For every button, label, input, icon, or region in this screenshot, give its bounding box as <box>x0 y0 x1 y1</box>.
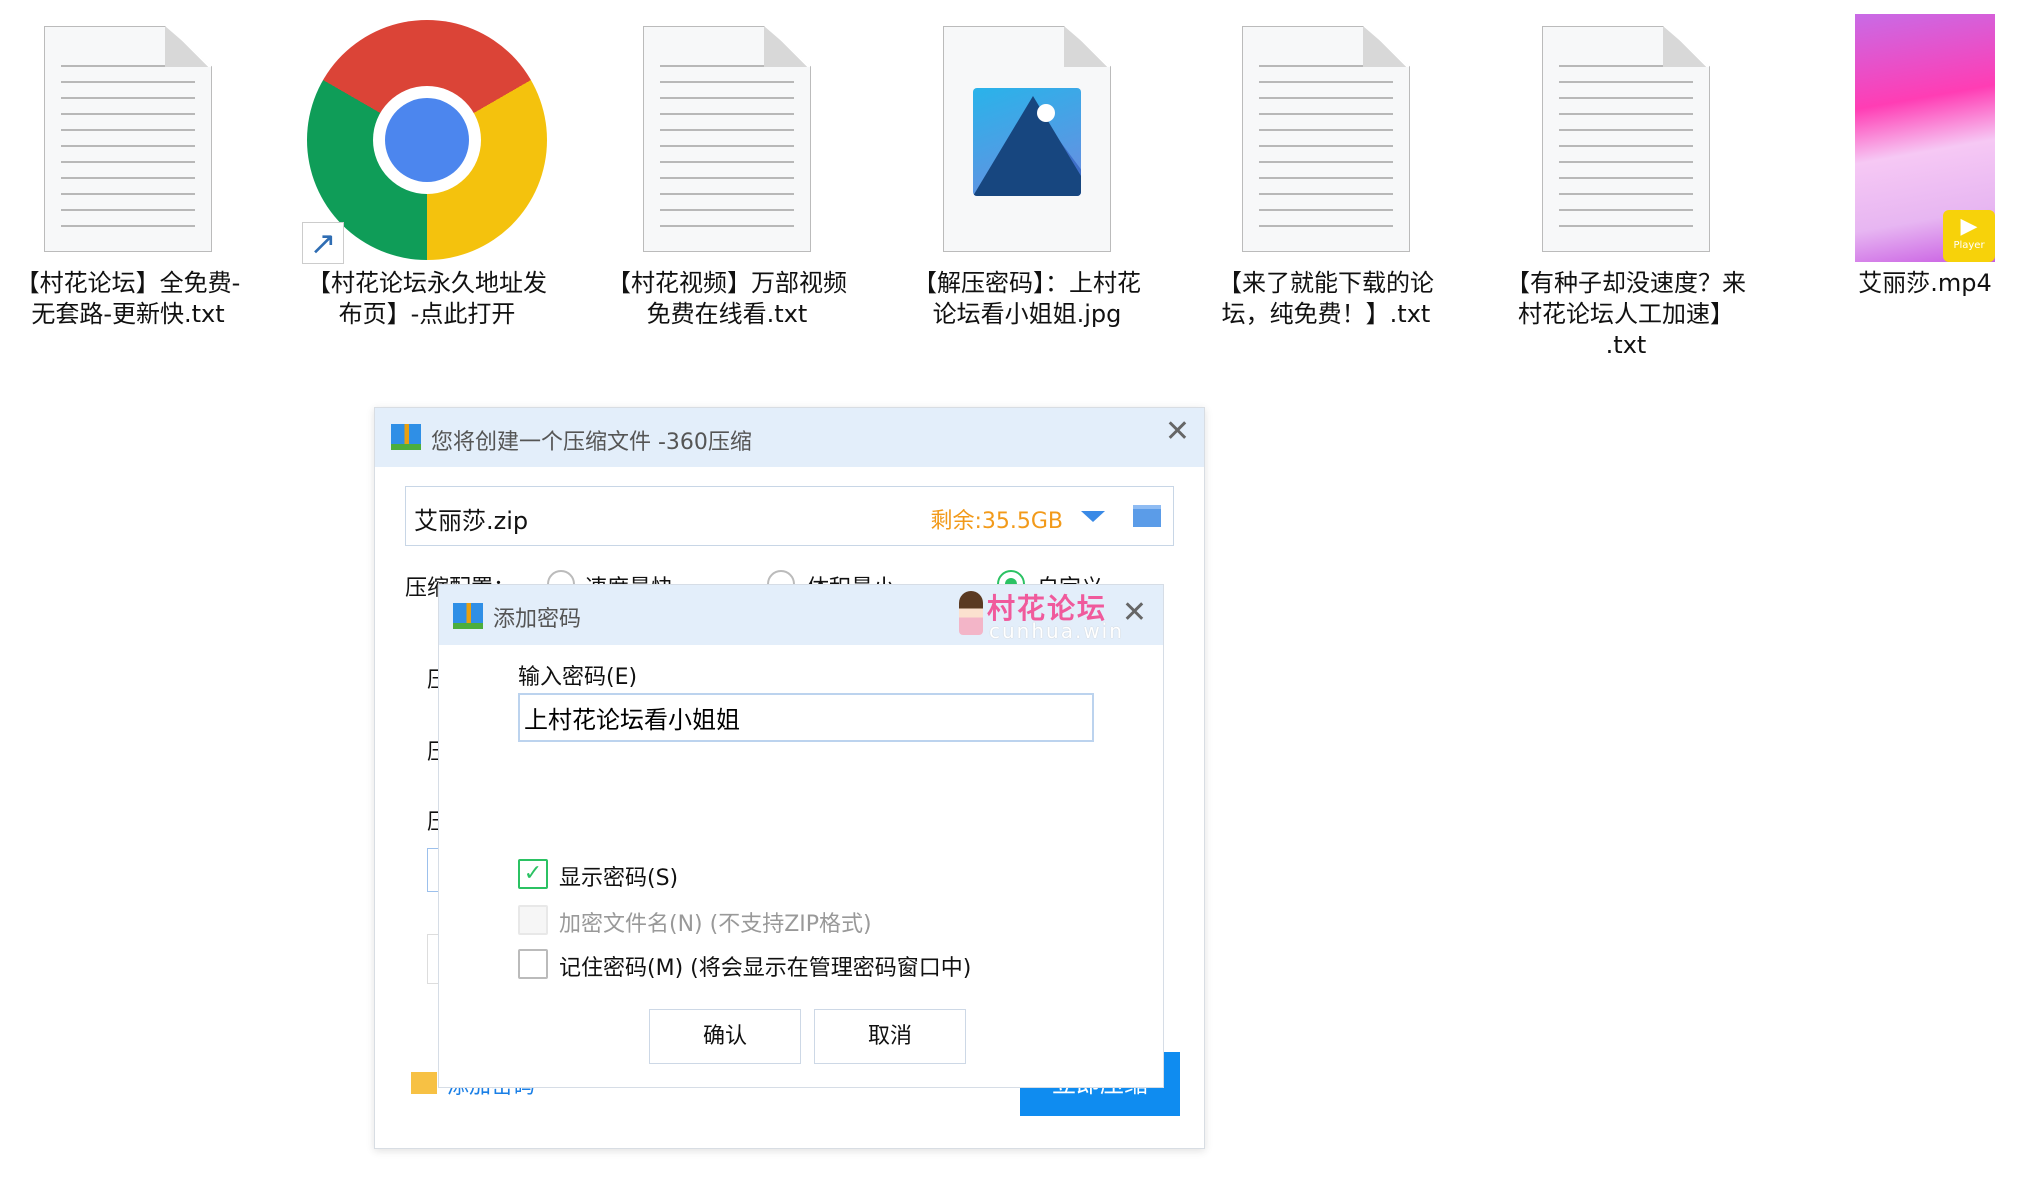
desktop-file[interactable]: 【来了就能下载的论 坛，纯免费！】.txt <box>1181 0 1471 370</box>
360zip-icon <box>453 603 483 629</box>
picture-icon <box>973 88 1081 196</box>
folder-icon[interactable] <box>1133 505 1161 527</box>
password-input[interactable] <box>518 693 1094 742</box>
filename-field[interactable]: 艾丽莎.zip 剩余:35.5GB <box>405 486 1174 546</box>
desktop-file[interactable]: 【有种子却没速度？来 村花论坛人工加速】 .txt <box>1481 0 1771 370</box>
player-badge-icon: ▶ Player <box>1943 210 1995 262</box>
add-password-dialog: 添加密码 村花论坛 cunhua.win ✕ 输入密码(E) ✓ 显示密码(S)… <box>438 584 1164 1088</box>
title-bar: 您将创建一个压缩文件 -360压缩 ✕ <box>375 408 1204 467</box>
video-thumbnail: ▶ Player <box>1855 14 1995 262</box>
desktop-file[interactable]: ↗ 【村花论坛永久地址发 布页】-点此打开 <box>282 0 572 370</box>
text-file-icon <box>643 26 811 252</box>
show-password-label: 显示密码(S) <box>559 866 679 891</box>
title-bar: 添加密码 村花论坛 cunhua.win ✕ <box>439 585 1163 645</box>
password-label: 输入密码(E) <box>518 665 638 690</box>
dialog-title: 您将创建一个压缩文件 -360压缩 <box>431 430 752 455</box>
360zip-icon <box>391 424 421 450</box>
desktop-file[interactable]: ▶ Player 艾丽莎.mp4 <box>1780 0 2020 370</box>
file-label: 【村花论坛】全免费- 无套路-更新快.txt <box>15 269 241 328</box>
text-file-icon <box>1242 26 1410 252</box>
dropdown-arrow-icon[interactable] <box>1081 511 1105 522</box>
close-icon[interactable]: ✕ <box>1165 414 1190 449</box>
file-label: 【有种子却没速度？来 村花论坛人工加速】 .txt <box>1506 269 1746 359</box>
file-label: 艾丽莎.mp4 <box>1858 269 1992 297</box>
encrypt-filenames-label: 加密文件名(N) (不支持ZIP格式) <box>559 912 872 937</box>
file-label: 【村花视频】万部视频 免费在线看.txt <box>607 269 847 328</box>
close-icon[interactable]: ✕ <box>1122 595 1147 630</box>
confirm-button[interactable]: 确认 <box>649 1009 801 1064</box>
text-file-icon <box>44 26 212 252</box>
remember-password-label: 记住密码(M) (将会显示在管理密码窗口中) <box>559 956 972 981</box>
desktop-file[interactable]: 【村花论坛】全免费- 无套路-更新快.txt <box>0 0 273 370</box>
filename-value: 艾丽莎.zip <box>414 507 529 535</box>
show-password-checkbox[interactable]: ✓ <box>518 859 548 889</box>
encrypt-filenames-checkbox[interactable] <box>518 905 548 935</box>
text-file-icon <box>1542 26 1710 252</box>
girl-icon <box>959 591 983 635</box>
file-label: 【来了就能下载的论 坛，纯免费！】.txt <box>1218 269 1434 328</box>
desktop-file[interactable]: 【解压密码】：上村花 论坛看小姐姐.jpg <box>882 0 1172 370</box>
file-label: 【村花论坛永久地址发 布页】-点此打开 <box>307 269 547 328</box>
dialog-title: 添加密码 <box>493 607 582 632</box>
lock-icon <box>411 1072 437 1094</box>
shortcut-arrow-icon: ↗ <box>302 222 344 264</box>
watermark-logo: 村花论坛 cunhua.win <box>959 585 1122 645</box>
file-label: 【解压密码】：上村花 论坛看小姐姐.jpg <box>913 269 1141 328</box>
desktop-file[interactable]: 【村花视频】万部视频 免费在线看.txt <box>582 0 872 370</box>
remember-password-checkbox[interactable] <box>518 949 548 979</box>
free-space: 剩余:35.5GB <box>930 509 1063 534</box>
cancel-button[interactable]: 取消 <box>814 1009 966 1064</box>
